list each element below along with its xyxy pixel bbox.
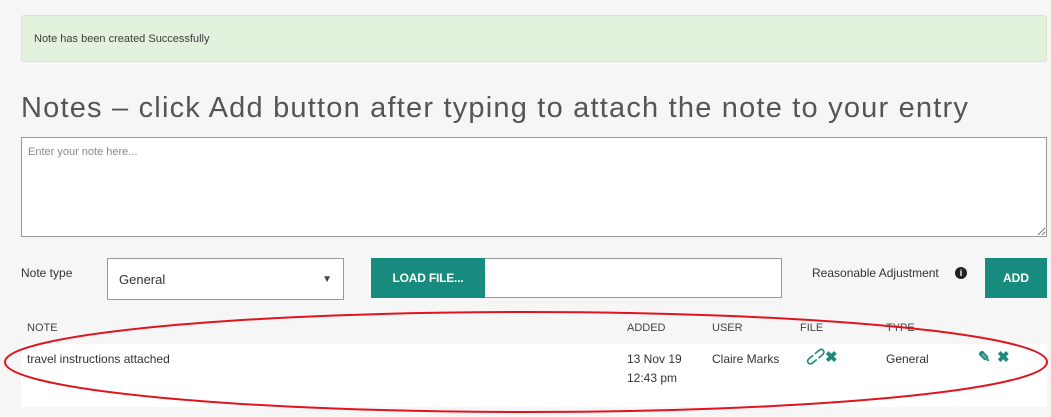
row-added-time: 12:43 pm <box>627 371 678 385</box>
row-user: Claire Marks <box>712 352 780 366</box>
table-row: travel instructions attached 13 Nov 19 1… <box>21 342 1047 407</box>
note-textarea[interactable] <box>21 137 1047 237</box>
header-user[interactable]: USER <box>712 322 743 334</box>
note-type-label: Note type <box>21 266 73 280</box>
header-type[interactable]: TYPE <box>886 322 915 334</box>
header-file[interactable]: FILE <box>800 322 823 334</box>
table-header: NOTE ADDED USER FILE TYPE <box>21 314 1047 342</box>
reasonable-adjustment-label: Reasonable Adjustment <box>812 266 939 280</box>
notes-table: NOTE ADDED USER FILE TYPE travel instruc… <box>21 314 1047 407</box>
note-type-selected: General <box>119 271 166 287</box>
info-icon[interactable]: i <box>955 267 967 279</box>
delete-icon[interactable]: ✖ <box>997 348 1010 366</box>
row-note: travel instructions attached <box>27 352 170 366</box>
row-type: General <box>886 352 929 366</box>
success-alert: Note has been created Successfully <box>21 15 1047 62</box>
paperclip-icon[interactable]: ⊂⊃ <box>801 342 829 369</box>
header-added[interactable]: ADDED <box>627 322 666 334</box>
chevron-down-icon: ▼ <box>322 273 332 285</box>
edit-icon[interactable]: ✎ <box>978 348 991 366</box>
header-note[interactable]: NOTE <box>27 322 58 334</box>
note-type-select[interactable]: General ▼ <box>107 258 344 300</box>
add-button[interactable]: ADD <box>985 258 1047 298</box>
load-file-button[interactable]: LOAD FILE... <box>371 258 485 298</box>
alert-message: Note has been created Successfully <box>34 32 210 45</box>
row-added-date: 13 Nov 19 <box>627 352 682 366</box>
file-name-input[interactable] <box>485 258 782 298</box>
delete-file-icon[interactable]: ✖ <box>825 348 838 366</box>
page-title: Notes – click Add button after typing to… <box>21 92 970 124</box>
